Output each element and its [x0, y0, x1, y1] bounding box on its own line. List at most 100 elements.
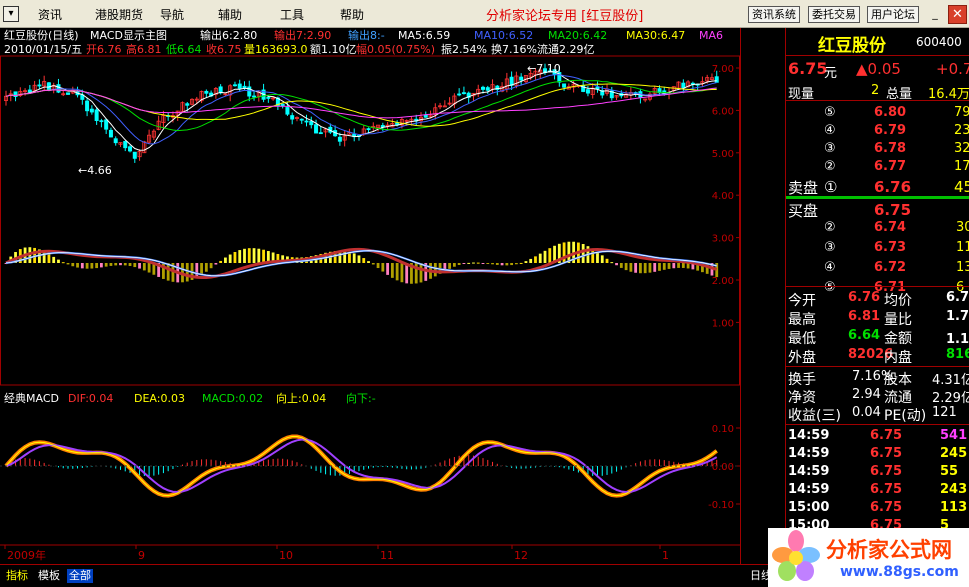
- axis-label: 3.00: [712, 234, 734, 245]
- bid-level: ④: [824, 260, 836, 275]
- candle-body: [366, 128, 371, 131]
- tick-price: 6.75: [870, 464, 903, 479]
- stock-code: 600400: [916, 35, 962, 49]
- overlay-macd-bar: [47, 254, 51, 263]
- candle-body: [290, 115, 295, 120]
- fin-label: PE(动): [884, 408, 927, 424]
- overlay-macd-bar: [247, 248, 251, 263]
- overlay-macd-bar: [581, 244, 585, 263]
- stat-value: 1.1亿: [946, 332, 969, 347]
- axis-label: 6.00: [712, 106, 734, 117]
- ma30: MA30:6.47: [626, 29, 686, 42]
- overlay-macd-bar: [662, 263, 666, 270]
- tab-indicator[interactable]: 指标: [4, 569, 30, 583]
- ask-level: ①: [824, 178, 838, 196]
- tick-volume: 113: [940, 500, 968, 515]
- low-label: 低6.64: [166, 43, 202, 56]
- overlay-macd-bar: [648, 263, 652, 273]
- overlay-macd-bar: [228, 254, 232, 263]
- overlay-macd-bar: [658, 263, 661, 271]
- news-system-button[interactable]: 资讯系统: [748, 6, 800, 23]
- swing-label: 振2.54%: [441, 43, 487, 56]
- stat-value: 6.76: [848, 290, 881, 305]
- macd-title: 经典MACD: [4, 392, 59, 405]
- macd-axis-label: -0.10: [708, 500, 734, 511]
- overlay-macd-bar: [57, 259, 60, 263]
- output-7: 输出7:2.90: [274, 29, 332, 42]
- minimize-icon[interactable]: _: [928, 6, 942, 22]
- tick-time: 15:00: [788, 500, 830, 515]
- trade-button[interactable]: 委托交易: [808, 6, 860, 23]
- candle-body: [585, 89, 590, 94]
- ma20: MA20:6.42: [548, 29, 608, 42]
- overlay-macd-bar: [653, 263, 657, 272]
- overlay-macd-bar: [80, 263, 84, 269]
- ma-line: [5, 79, 717, 132]
- overlay-macd-bar: [395, 263, 399, 281]
- menu-item-assist[interactable]: 辅助: [218, 6, 242, 23]
- bid-level: ⑤: [824, 280, 836, 295]
- overlay-macd-bar: [457, 263, 461, 265]
- overlay-macd-bar: [510, 263, 514, 266]
- chart-area[interactable]: 7.00 6.00 5.00 4.00 3.00 2.00 1.00 0.10 0.00 -0.1…: [0, 28, 785, 564]
- tab-all[interactable]: 全部: [67, 569, 93, 583]
- overlay-macd-bar: [615, 263, 618, 266]
- forum-button[interactable]: 用户论坛: [867, 6, 919, 23]
- fin-label: 流通: [884, 390, 912, 406]
- candle-body: [314, 124, 319, 134]
- overlay-macd-bar: [519, 262, 523, 264]
- menu-item-news[interactable]: 资讯: [38, 6, 62, 23]
- macd-value: MACD:0.02: [202, 392, 264, 405]
- date-label: 2010/01/15/五: [4, 43, 83, 56]
- overlay-macd-bar: [619, 263, 623, 268]
- overlay-dif-line: [5, 247, 718, 279]
- ask-volume: 177: [954, 159, 969, 174]
- axis-label: 2.00: [712, 276, 734, 287]
- menu-item-help[interactable]: 帮助: [340, 6, 364, 23]
- menu-item-hk-futures[interactable]: 港股期货: [95, 6, 143, 23]
- month-label: 10: [279, 549, 293, 562]
- candle-body: [94, 109, 99, 121]
- quote-panel: 红豆股份 600400 6.75 元 ▲0.05 +0.7 现量 2 总量 16…: [785, 28, 969, 587]
- app-menu-icon[interactable]: ▾: [3, 6, 19, 22]
- ask-volume: 796: [954, 105, 969, 120]
- overlay-white-line: [5, 250, 717, 277]
- candle-body: [485, 87, 490, 91]
- overlay-macd-bar: [133, 263, 137, 268]
- close-icon[interactable]: ✕: [948, 5, 967, 24]
- candle-body: [85, 100, 90, 112]
- overlay-macd-bar: [629, 263, 633, 272]
- menu-item-tools[interactable]: 工具: [280, 6, 304, 23]
- ask-price: 6.77: [874, 159, 907, 174]
- stat-value: 1.7: [946, 309, 969, 324]
- price-change: ▲0.05: [856, 60, 901, 78]
- bid-level: ②: [824, 220, 836, 235]
- candle-body: [185, 103, 190, 106]
- candle-body: [113, 138, 118, 144]
- overlay-macd-bar: [147, 263, 151, 273]
- kline-macd-chart[interactable]: 7.00 6.00 5.00 4.00 3.00 2.00 1.00 0.10 0.00 -0.1…: [0, 28, 785, 564]
- amount-label: 额1.10亿: [310, 43, 357, 56]
- overlay-macd-bar: [548, 248, 552, 263]
- ask-level: ③: [824, 141, 836, 156]
- candle-body: [681, 82, 686, 89]
- tab-template[interactable]: 模板: [36, 569, 62, 583]
- overlay-macd-bar: [505, 263, 509, 266]
- overlay-macd-bar: [123, 263, 127, 266]
- bid-price: 6.74: [874, 220, 907, 235]
- indicator-name: MACD显示主图: [90, 29, 167, 42]
- candle-body: [423, 114, 428, 118]
- overlay-macd-bar: [677, 263, 680, 268]
- overlay-macd-bar: [381, 263, 385, 272]
- tick-time: 14:59: [788, 446, 830, 461]
- overlay-macd-bar: [495, 263, 499, 265]
- overlay-macd-bar: [448, 263, 452, 269]
- overlay-macd-bar: [481, 263, 485, 264]
- macd-dea: DEA:0.03: [134, 392, 185, 405]
- menu-item-navigate[interactable]: 导航: [160, 6, 184, 23]
- overlay-macd-bar: [610, 262, 614, 264]
- overlay-macd-bar: [219, 260, 223, 263]
- ask-price: 6.78: [874, 141, 907, 156]
- candle-body: [204, 90, 209, 94]
- overlay-dea-line: [5, 249, 717, 277]
